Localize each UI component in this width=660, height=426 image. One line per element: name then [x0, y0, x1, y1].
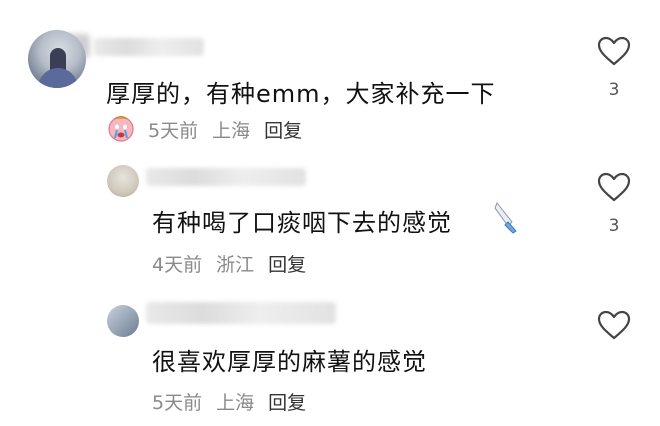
reply-button[interactable]: 回复: [268, 392, 306, 414]
comment-meta: 5天前 上海 回复: [152, 388, 320, 415]
heart-icon: [597, 310, 631, 340]
comment-text: 很喜欢厚厚的麻薯的感觉: [152, 348, 427, 376]
comment-list: 厚厚的，有种emm，大家补充一下 5天前 上海 回复 3 有种喝了口痰咽下去的感觉: [0, 0, 660, 426]
blurred-username[interactable]: [146, 302, 336, 324]
reply-item: 很喜欢厚厚的麻薯的感觉 5天前 上海 回复: [0, 0, 660, 426]
like-button[interactable]: [596, 310, 632, 354]
comment-location: 上海: [216, 392, 255, 414]
avatar[interactable]: [107, 305, 139, 337]
comment-time: 5天前: [152, 392, 203, 414]
